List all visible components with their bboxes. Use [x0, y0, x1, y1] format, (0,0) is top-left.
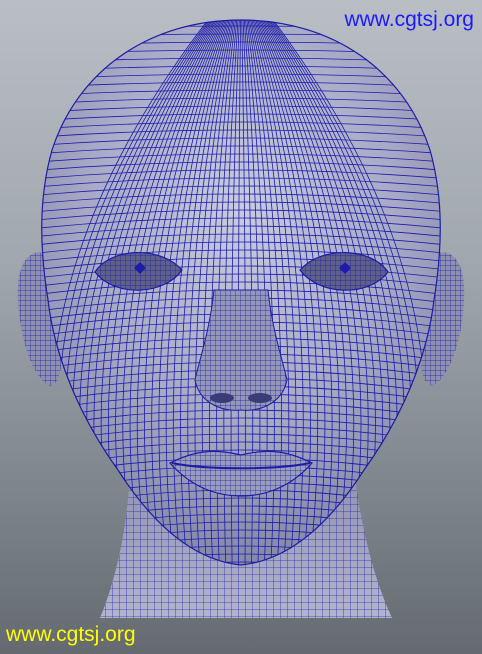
watermark-top: www.cgtsj.org — [344, 8, 474, 31]
head-wireframe-model[interactable] — [0, 0, 482, 654]
watermark-bottom: www.cgtsj.org — [6, 623, 136, 646]
viewport-3d[interactable]: www.cgtsj.org www.cgtsj.org — [0, 0, 482, 654]
